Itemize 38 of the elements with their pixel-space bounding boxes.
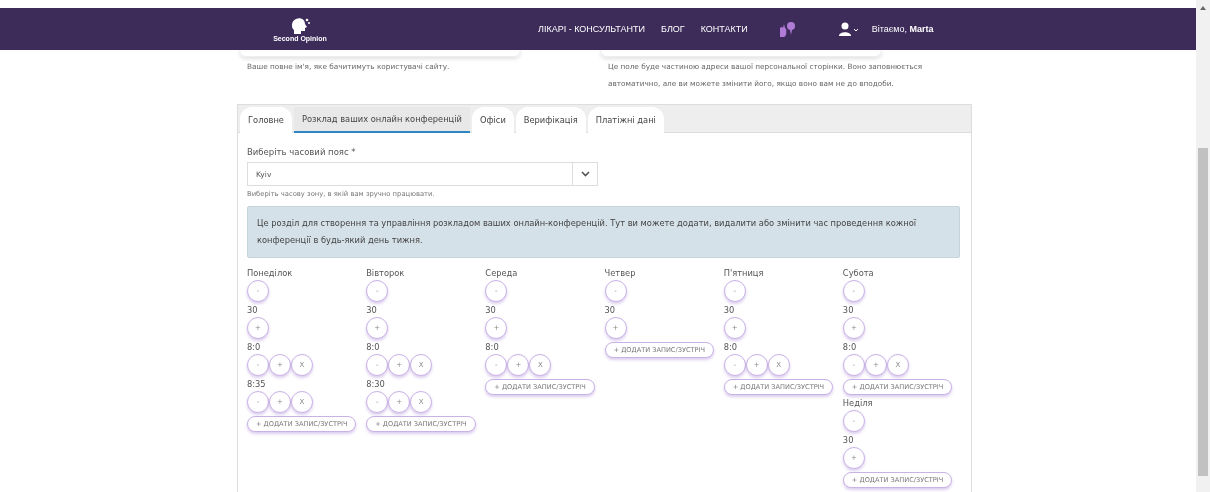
tab[interactable]: Верифікація [515, 107, 586, 133]
duration-value: 30 [485, 304, 497, 316]
slot-time: 8:35 [247, 378, 267, 390]
nav-link[interactable]: КОНТАКТИ [700, 24, 748, 34]
slot-time: 8:30 [366, 378, 386, 390]
user-icon[interactable] [837, 22, 858, 36]
slot-time: 8:0 [366, 341, 381, 353]
scroll-up-icon[interactable] [1200, 6, 1206, 10]
slot-time: 8:0 [723, 341, 739, 353]
duration-value: 30 [247, 304, 259, 316]
nav-link[interactable]: ЛІКАРІ - КОНСУЛЬТАНТИ [538, 24, 645, 34]
day-name: Вівторок [366, 267, 406, 279]
info-alert: Це розділ для створення та управління розкладом ваших онлайн-конференцій. Тут ви можете додати, видалити або змінити час проведення кожної конференції в будь-який день тижня. [247, 206, 960, 258]
tab[interactable]: Головне [240, 107, 292, 133]
day-name: Неділя [842, 397, 874, 409]
duration-value: 30 [604, 304, 617, 316]
slot-time: 8:0 [247, 341, 262, 353]
duration-value: 30 [366, 304, 378, 316]
greeting-text: Вітаємо, Marta [871, 24, 934, 34]
day-name: Субота [842, 267, 875, 279]
tab[interactable]: Розклад ваших онлайн конференцій [293, 107, 470, 133]
day-name: Понеділок [247, 267, 294, 279]
slot-time: 8:0 [842, 341, 858, 353]
day-name: Четвер [604, 267, 637, 279]
head-logo-icon [290, 16, 310, 35]
timezone-label: Виберіть часовий пояс * [247, 147, 357, 157]
nav-link[interactable]: БЛОГ [661, 24, 685, 34]
tab[interactable]: Платіжні дані [587, 107, 664, 133]
day-name: П'ятниця [723, 267, 765, 279]
chevron-down-icon [580, 171, 590, 177]
duration-value: 30 [842, 434, 855, 446]
tab[interactable]: Офіси [471, 107, 514, 133]
scrollbar[interactable] [1196, 0, 1210, 492]
slot-time: 8:0 [485, 341, 500, 353]
duration-value: 30 [723, 304, 736, 316]
balloons-icon[interactable] [777, 21, 796, 37]
day-name: Середа [485, 267, 519, 279]
duration-value: 30 [842, 304, 855, 316]
